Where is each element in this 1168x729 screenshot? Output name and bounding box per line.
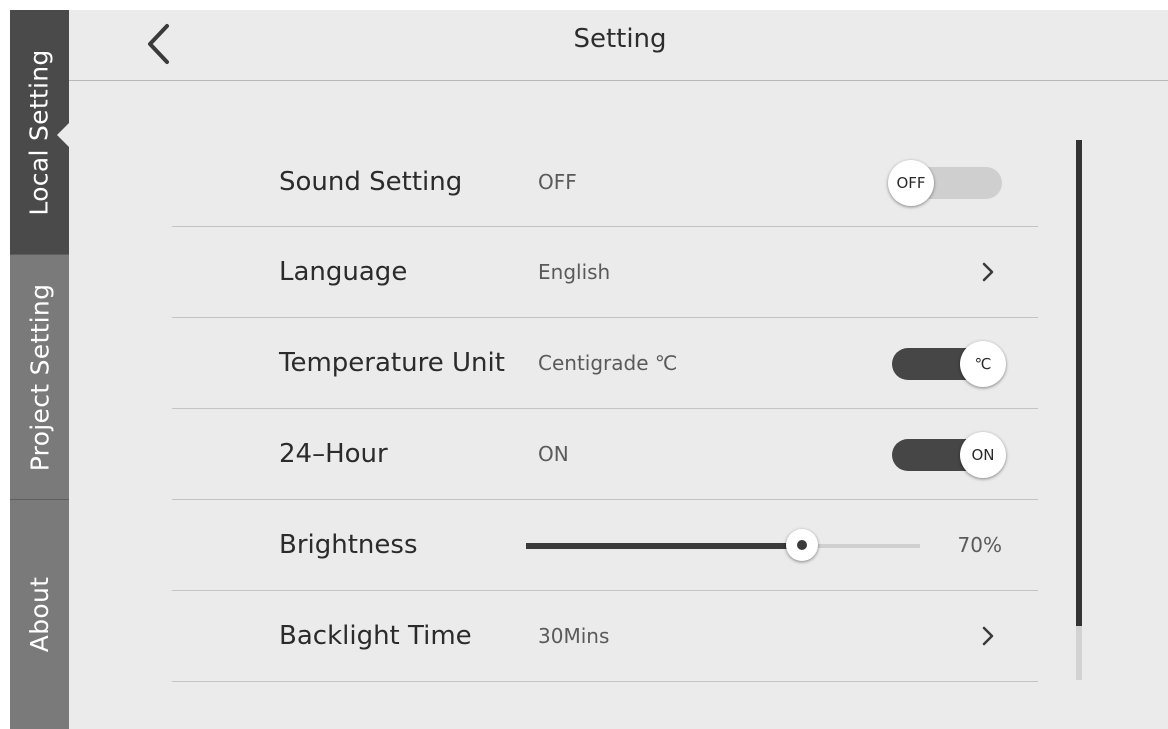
scrollbar[interactable] [1076,140,1082,680]
temperature-unit-toggle[interactable]: ℃ [892,341,1006,387]
tab-about-label: About [25,576,55,653]
brightness-slider-fill [526,543,802,549]
brightness-value: 70% [957,533,1002,557]
chevron-right-icon[interactable] [980,624,996,648]
backlight-time-value: 30Mins [538,624,610,648]
24-hour-toggle[interactable]: ON [892,432,1006,478]
brightness-label: Brightness [279,530,418,560]
scrollbar-thumb[interactable] [1076,140,1082,626]
24-hour-toggle-knob: ON [960,432,1006,478]
chevron-right-icon[interactable] [980,260,996,284]
tab-about[interactable]: About [10,500,69,729]
brightness-row: Brightness 70% [172,500,1038,590]
tab-project-setting[interactable]: Project Setting [10,255,69,499]
language-label: Language [279,257,408,287]
sound-setting-value: OFF [538,170,577,194]
language-row[interactable]: Language English [172,227,1038,317]
temperature-unit-label: Temperature Unit [279,348,505,378]
brightness-slider[interactable] [526,529,920,561]
sound-toggle[interactable]: OFF [888,160,1002,206]
temperature-unit-value: Centigrade ℃ [538,351,678,375]
tab-project-setting-label: Project Setting [25,283,54,471]
24-hour-label: 24–Hour [279,439,388,469]
brightness-slider-thumb[interactable] [785,529,818,561]
back-button[interactable] [140,14,180,74]
settings-screen: Local Setting Project Setting About Sett… [10,10,1168,729]
active-tab-pointer [57,123,69,147]
temperature-toggle-knob: ℃ [960,341,1006,387]
backlight-time-row[interactable]: Backlight Time 30Mins [172,591,1038,681]
chevron-left-icon [148,24,169,64]
24-hour-value: ON [538,442,569,466]
sidebar: Local Setting Project Setting About [10,10,69,729]
row-divider [172,681,1038,682]
24-hour-row: 24–Hour ON ON [172,409,1038,499]
language-value: English [538,260,611,284]
header-divider [69,80,1168,81]
sound-toggle-knob: OFF [888,160,934,206]
page-title: Setting [573,24,667,54]
sound-setting-row: Sound Setting OFF OFF [172,137,1038,227]
sound-setting-label: Sound Setting [279,167,463,197]
tab-local-setting-label: Local Setting [25,48,54,216]
temperature-unit-row: Temperature Unit Centigrade ℃ ℃ [172,318,1038,408]
backlight-time-label: Backlight Time [279,621,472,651]
